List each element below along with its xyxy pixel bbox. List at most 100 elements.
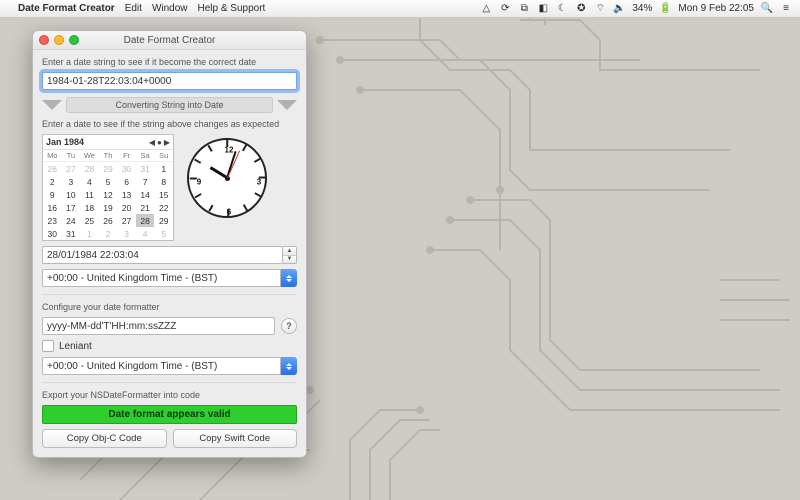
- status-icon[interactable]: ◧: [537, 3, 549, 15]
- wifi-icon[interactable]: ⌔: [594, 3, 606, 15]
- calendar-day[interactable]: 15: [154, 188, 173, 201]
- calendar-dow: Th: [99, 150, 118, 162]
- timezone-select-1[interactable]: +00:00 - United Kingdom Time - (BST): [42, 269, 281, 287]
- calendar-day[interactable]: 28: [136, 214, 155, 227]
- help-button[interactable]: ?: [281, 318, 297, 334]
- calendar-day[interactable]: 31: [62, 227, 81, 240]
- calendar-day[interactable]: 22: [154, 201, 173, 214]
- leniant-label: Leniant: [59, 341, 92, 352]
- datetime-stepper[interactable]: ▲▼: [283, 246, 297, 264]
- analog-clock[interactable]: 12369: [187, 138, 267, 218]
- calendar-day[interactable]: 2: [99, 227, 118, 240]
- format-string-input[interactable]: yyyy-MM-dd'T'HH:mm:ssZZZ: [42, 317, 275, 335]
- app-menu[interactable]: Date Format Creator: [18, 3, 115, 14]
- section1-label: Enter a date string to see if it become …: [42, 57, 297, 67]
- copy-swift-button[interactable]: Copy Swift Code: [173, 429, 298, 448]
- calendar-today-icon[interactable]: ●: [157, 138, 162, 147]
- calendar-day[interactable]: 27: [62, 162, 81, 175]
- calendar-day[interactable]: 17: [62, 201, 81, 214]
- minimize-button[interactable]: [54, 35, 64, 45]
- spotlight-icon[interactable]: 🔍: [761, 3, 773, 15]
- menubar-clock[interactable]: Mon 9 Feb 22:05: [678, 3, 754, 14]
- datetime-field[interactable]: 28/01/1984 22:03:04: [42, 246, 283, 264]
- calendar-next-icon[interactable]: ▶: [164, 138, 170, 147]
- calendar-day[interactable]: 3: [62, 175, 81, 188]
- calendar-day[interactable]: 14: [136, 188, 155, 201]
- arrow-down-icon: [277, 100, 297, 110]
- calendar-day[interactable]: 12: [99, 188, 118, 201]
- calendar-day[interactable]: 10: [62, 188, 81, 201]
- titlebar[interactable]: Date Format Creator: [33, 31, 306, 50]
- calendar-day[interactable]: 27: [117, 214, 136, 227]
- datetime-value: 28/01/1984 22:03:04: [47, 250, 139, 261]
- section3-label: Configure your date formatter: [42, 302, 297, 312]
- timezone2-value: +00:00 - United Kingdom Time - (BST): [47, 361, 217, 372]
- leniant-checkbox[interactable]: Leniant: [42, 340, 297, 352]
- calendar-day[interactable]: 1: [80, 227, 99, 240]
- calendar-day[interactable]: 4: [136, 227, 155, 240]
- calendar-day[interactable]: 18: [80, 201, 99, 214]
- select-caret-icon[interactable]: [281, 269, 297, 287]
- format-value: yyyy-MM-dd'T'HH:mm:ssZZZ: [47, 321, 176, 332]
- calendar-day[interactable]: 11: [80, 188, 99, 201]
- menu-window[interactable]: Window: [152, 3, 188, 14]
- window-title: Date Format Creator: [124, 35, 216, 46]
- checkbox-icon: [42, 340, 54, 352]
- calendar-day[interactable]: 1: [154, 162, 173, 175]
- validity-indicator: Date format appears valid: [42, 405, 297, 424]
- calendar-day[interactable]: 24: [62, 214, 81, 227]
- calendar-day[interactable]: 26: [99, 214, 118, 227]
- status2-icon[interactable]: ✪: [575, 3, 587, 15]
- calendar-day[interactable]: 21: [136, 201, 155, 214]
- calendar-day[interactable]: 5: [154, 227, 173, 240]
- calendar-dow: We: [80, 150, 99, 162]
- battery-icon[interactable]: 🔋: [659, 3, 671, 15]
- calendar-day[interactable]: 8: [154, 175, 173, 188]
- calendar-dow: Mo: [43, 150, 62, 162]
- calendar-day[interactable]: 29: [154, 214, 173, 227]
- calendar-dow: Tu: [62, 150, 81, 162]
- menu-edit[interactable]: Edit: [125, 3, 142, 14]
- select-caret-icon[interactable]: [281, 357, 297, 375]
- date-string-input[interactable]: 1984-01-28T22:03:04+0000: [42, 72, 297, 90]
- calendar-day[interactable]: 31: [136, 162, 155, 175]
- timezone-select-2[interactable]: +00:00 - United Kingdom Time - (BST): [42, 357, 281, 375]
- cloud-icon[interactable]: △: [480, 3, 492, 15]
- calendar-dow: Su: [154, 150, 173, 162]
- close-button[interactable]: [39, 35, 49, 45]
- calendar-day[interactable]: 7: [136, 175, 155, 188]
- calendar-day[interactable]: 4: [80, 175, 99, 188]
- calendar-day[interactable]: 30: [43, 227, 62, 240]
- calendar-day[interactable]: 6: [117, 175, 136, 188]
- moon-icon[interactable]: ☾: [556, 3, 568, 15]
- section4-label: Export your NSDateFormatter into code: [42, 390, 297, 400]
- date-string-value: 1984-01-28T22:03:04+0000: [47, 76, 171, 87]
- calendar-day[interactable]: 16: [43, 201, 62, 214]
- calendar-day[interactable]: 3: [117, 227, 136, 240]
- copy-objc-button[interactable]: Copy Obj-C Code: [42, 429, 167, 448]
- zoom-button[interactable]: [69, 35, 79, 45]
- app-window: Date Format Creator Enter a date string …: [32, 30, 307, 458]
- calendar-picker[interactable]: Jan 1984 ◀ ● ▶ MoTuWeThFrSaSu26272829303…: [42, 134, 174, 241]
- calendar-day[interactable]: 25: [80, 214, 99, 227]
- dropbox-icon[interactable]: ⧉: [518, 3, 530, 15]
- calendar-prev-icon[interactable]: ◀: [149, 138, 155, 147]
- calendar-day[interactable]: 28: [80, 162, 99, 175]
- banner-label: Converting String into Date: [66, 97, 273, 113]
- calendar-day[interactable]: 5: [99, 175, 118, 188]
- calendar-day[interactable]: 23: [43, 214, 62, 227]
- volume-icon[interactable]: 🔈: [613, 3, 625, 15]
- battery-percent[interactable]: 34%: [632, 3, 652, 14]
- calendar-day[interactable]: 29: [99, 162, 118, 175]
- menu-help[interactable]: Help & Support: [198, 3, 266, 14]
- calendar-day[interactable]: 13: [117, 188, 136, 201]
- notification-center-icon[interactable]: ≡: [780, 3, 792, 15]
- calendar-day[interactable]: 26: [43, 162, 62, 175]
- calendar-day[interactable]: 20: [117, 201, 136, 214]
- calendar-day[interactable]: 9: [43, 188, 62, 201]
- sync-icon[interactable]: ⟳: [499, 3, 511, 15]
- calendar-day[interactable]: 2: [43, 175, 62, 188]
- calendar-day[interactable]: 19: [99, 201, 118, 214]
- calendar-dow: Sa: [136, 150, 155, 162]
- calendar-day[interactable]: 30: [117, 162, 136, 175]
